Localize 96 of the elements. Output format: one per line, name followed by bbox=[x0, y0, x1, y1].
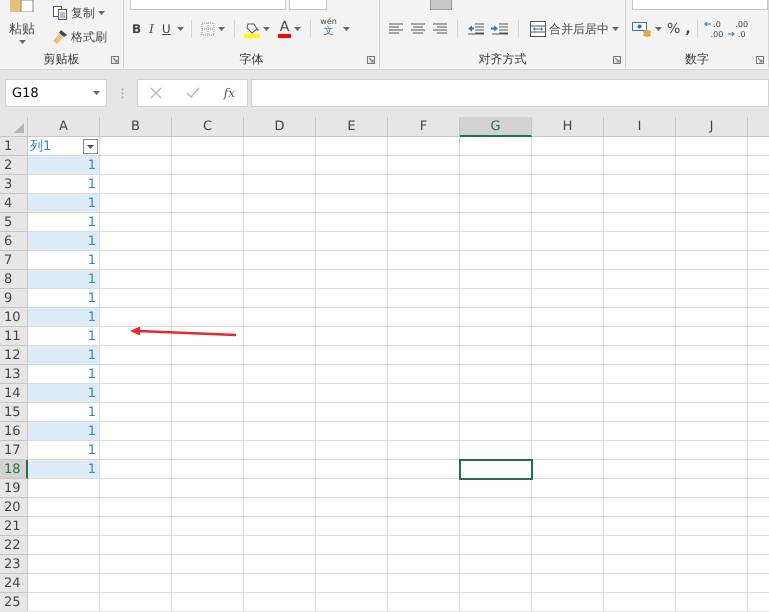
brush-icon bbox=[52, 29, 68, 45]
row-header[interactable]: 10 bbox=[0, 308, 28, 327]
dialog-launcher-icon[interactable] bbox=[756, 56, 764, 64]
column-header[interactable]: A bbox=[28, 117, 100, 137]
dialog-launcher-icon[interactable] bbox=[613, 56, 621, 64]
row-header[interactable]: 16 bbox=[0, 422, 28, 441]
underline-button[interactable]: U bbox=[160, 19, 173, 39]
row-header[interactable]: 14 bbox=[0, 384, 28, 403]
table-cell: 1 bbox=[28, 422, 100, 441]
increase-decimal-button[interactable]: .0 .00 bbox=[702, 19, 726, 39]
group-label: 字体 bbox=[240, 50, 264, 68]
arrow-icon bbox=[728, 31, 736, 37]
caret-icon[interactable] bbox=[262, 27, 270, 31]
row-header[interactable]: 2 bbox=[0, 156, 28, 175]
name-box[interactable]: G18 bbox=[5, 79, 107, 107]
row-header[interactable]: 20 bbox=[0, 498, 28, 517]
arrow-icon bbox=[704, 21, 711, 27]
caret-icon[interactable] bbox=[218, 27, 225, 31]
caret-icon[interactable] bbox=[18, 40, 26, 44]
row-header[interactable]: 6 bbox=[0, 232, 28, 251]
table-cell: 1 bbox=[28, 384, 100, 403]
row-header[interactable]: 8 bbox=[0, 270, 28, 289]
comma-button[interactable]: , bbox=[683, 19, 693, 39]
align-center-icon[interactable] bbox=[410, 22, 426, 36]
check-icon[interactable] bbox=[186, 87, 200, 99]
table-cell: 1 bbox=[28, 460, 100, 479]
group-label: 数字 bbox=[685, 50, 709, 68]
caret-icon[interactable] bbox=[342, 27, 350, 31]
row-header[interactable]: 13 bbox=[0, 365, 28, 384]
row-header[interactable]: 5 bbox=[0, 213, 28, 232]
table-cell: 1 bbox=[28, 232, 100, 251]
row-header[interactable]: 9 bbox=[0, 289, 28, 308]
row-header[interactable]: 4 bbox=[0, 194, 28, 213]
merge-center-button[interactable]: 合并后居中 bbox=[528, 19, 621, 39]
caret-icon[interactable] bbox=[612, 27, 619, 31]
row-header[interactable]: 17 bbox=[0, 441, 28, 460]
row-header[interactable]: 11 bbox=[0, 327, 28, 346]
row-header[interactable]: 21 bbox=[0, 517, 28, 536]
column-header[interactable]: G bbox=[460, 117, 532, 137]
table-cell: 1 bbox=[28, 156, 100, 175]
column-header[interactable]: I bbox=[604, 117, 676, 137]
caret-icon[interactable] bbox=[655, 27, 662, 31]
caret-icon[interactable] bbox=[176, 27, 184, 31]
selected-cell[interactable] bbox=[460, 460, 532, 479]
table-cell: 1 bbox=[28, 270, 100, 289]
paste-button[interactable]: 粘贴 bbox=[0, 0, 44, 46]
accounting-format-button[interactable] bbox=[630, 19, 664, 39]
align-right-icon[interactable] bbox=[432, 22, 448, 36]
bold-button[interactable]: B bbox=[130, 19, 144, 39]
money-icon bbox=[632, 21, 652, 37]
increase-indent-icon[interactable] bbox=[491, 22, 509, 36]
caret-icon[interactable] bbox=[294, 27, 302, 31]
column-header[interactable]: J bbox=[676, 117, 748, 137]
caret-icon[interactable] bbox=[93, 91, 100, 95]
row-header[interactable]: 18 bbox=[0, 460, 28, 479]
column-header[interactable]: D bbox=[244, 117, 316, 137]
column-header[interactable]: B bbox=[100, 117, 172, 137]
row-header[interactable]: 15 bbox=[0, 403, 28, 422]
row-header[interactable]: 24 bbox=[0, 574, 28, 593]
row-header[interactable]: 22 bbox=[0, 536, 28, 555]
row-header[interactable]: 23 bbox=[0, 555, 28, 574]
formula-input-field[interactable] bbox=[251, 79, 769, 107]
column-header[interactable]: C bbox=[172, 117, 244, 137]
font-color-button[interactable]: A bbox=[276, 19, 304, 39]
column-header[interactable]: F bbox=[388, 117, 460, 137]
align-left-icon[interactable] bbox=[388, 22, 404, 36]
caret-icon[interactable] bbox=[98, 11, 105, 15]
column-header[interactable]: H bbox=[532, 117, 604, 137]
percent-button[interactable]: % bbox=[665, 19, 682, 39]
row-header[interactable]: 12 bbox=[0, 346, 28, 365]
decrease-indent-icon[interactable] bbox=[467, 22, 485, 36]
phonetic-button[interactable]: wén 文 bbox=[318, 17, 339, 41]
group-label: 剪贴板 bbox=[44, 50, 80, 68]
row-header[interactable]: 3 bbox=[0, 175, 28, 194]
row-header[interactable]: 1 bbox=[0, 137, 28, 156]
merge-cells-icon bbox=[530, 21, 546, 37]
row-header[interactable]: 25 bbox=[0, 593, 28, 611]
borders-icon bbox=[200, 22, 215, 36]
format-painter-button[interactable]: 格式刷 bbox=[50, 27, 109, 47]
dialog-launcher-icon[interactable] bbox=[111, 56, 119, 64]
insert-function-button[interactable]: fx bbox=[224, 86, 236, 100]
group-label: 对齐方式 bbox=[478, 50, 526, 68]
paint-bucket-icon bbox=[244, 20, 260, 38]
decrease-decimal-button[interactable]: .00 .0 bbox=[726, 19, 750, 39]
dialog-launcher-icon[interactable] bbox=[367, 56, 375, 64]
row-header[interactable]: 7 bbox=[0, 251, 28, 270]
italic-button[interactable]: I bbox=[147, 19, 156, 39]
row-header[interactable]: 19 bbox=[0, 479, 28, 498]
filter-dropdown-icon[interactable] bbox=[83, 138, 98, 154]
more-options-icon bbox=[120, 88, 124, 98]
table-cell: 1 bbox=[28, 346, 100, 365]
copy-icon bbox=[52, 5, 68, 21]
table-cell: 1 bbox=[28, 194, 100, 213]
copy-button[interactable]: 复制 bbox=[50, 3, 109, 23]
column-header[interactable]: E bbox=[316, 117, 388, 137]
table-cell: 1 bbox=[28, 308, 100, 327]
